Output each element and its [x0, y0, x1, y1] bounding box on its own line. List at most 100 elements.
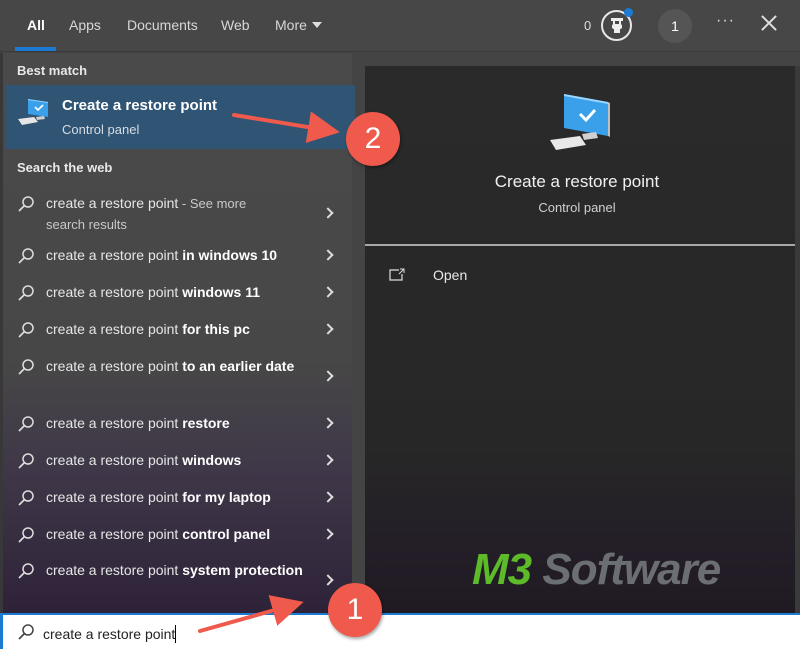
- search-icon: [18, 563, 34, 579]
- suggestion-base: create a restore point: [46, 452, 183, 468]
- web-suggestion-item[interactable]: create a restore point windows 11: [6, 282, 355, 302]
- suggestion-bold: in windows 10: [182, 247, 278, 263]
- suggestion-bold: for this pc: [182, 321, 250, 337]
- suggestion-text: create a restore point - See more search …: [46, 193, 306, 235]
- tab-apps[interactable]: Apps: [69, 17, 101, 33]
- chevron-right-icon: [322, 528, 334, 540]
- suggestion-base: create a restore point: [46, 195, 179, 211]
- search-icon: [18, 285, 34, 301]
- web-suggestion-item[interactable]: create a restore point - See more search …: [6, 193, 355, 233]
- web-suggestion-item[interactable]: create a restore point to an earlier dat…: [6, 356, 355, 396]
- web-suggestion-item[interactable]: create a restore point restore: [6, 413, 355, 433]
- chevron-right-icon: [322, 574, 334, 586]
- panel-edge: [795, 66, 800, 613]
- chevron-right-icon: [322, 370, 334, 382]
- search-box[interactable]: create a restore point: [0, 613, 800, 649]
- suggestion-bold: restore: [182, 415, 230, 431]
- notification-dot: [624, 8, 633, 17]
- chevron-right-icon: [322, 491, 334, 503]
- annotation-badge-1: 1: [328, 583, 382, 637]
- chevron-right-icon: [322, 417, 334, 429]
- results-panel: Best match Create a restore point Contro…: [0, 53, 355, 613]
- search-icon: [18, 527, 34, 543]
- suggestion-base: create a restore point: [46, 562, 183, 578]
- search-input-value: create a restore point: [43, 626, 176, 642]
- suggestion-bold: control panel: [182, 526, 271, 542]
- best-match-item[interactable]: Create a restore point Control panel: [6, 85, 355, 149]
- search-icon: [18, 196, 34, 212]
- suggestion-bold: windows 11: [182, 284, 260, 300]
- web-suggestion-item[interactable]: create a restore point control panel: [6, 524, 355, 544]
- chevron-right-icon: [322, 249, 334, 261]
- logo-software: Software: [531, 545, 721, 594]
- tab-more-label: More: [275, 17, 307, 33]
- more-options-icon[interactable]: ···: [716, 12, 735, 30]
- suggestion-text: create a restore point windows: [46, 450, 306, 471]
- suggestion-text: create a restore point in windows 10: [46, 245, 306, 266]
- suggestion-base: create a restore point: [46, 489, 183, 505]
- web-suggestion-item[interactable]: create a restore point system protection: [6, 560, 355, 600]
- divider: [365, 244, 795, 246]
- suggestion-base: create a restore point: [46, 526, 183, 542]
- suggestion-bold: system protection: [182, 562, 303, 578]
- chevron-right-icon: [322, 207, 334, 219]
- chevron-right-icon: [322, 454, 334, 466]
- see-more-label: - See more: [178, 196, 247, 211]
- suggestion-base: create a restore point: [46, 415, 183, 431]
- suggestion-bold: for my laptop: [182, 489, 271, 505]
- suggestion-base: create a restore point: [46, 247, 183, 263]
- search-icon: [18, 453, 34, 469]
- see-more-line2: search results: [46, 217, 127, 232]
- text-cursor: [175, 625, 177, 643]
- suggestion-base: create a restore point: [46, 284, 183, 300]
- open-label: Open: [433, 267, 468, 283]
- avatar[interactable]: 1: [658, 9, 692, 43]
- computer-check-icon: [550, 94, 610, 150]
- open-window-icon: [389, 268, 405, 281]
- search-web-heading: Search the web: [17, 160, 113, 175]
- best-match-subtitle: Control panel: [62, 122, 140, 137]
- suggestion-text: create a restore point windows 11: [46, 282, 306, 303]
- search-icon: [18, 416, 34, 432]
- web-suggestion-item[interactable]: create a restore point for this pc: [6, 319, 355, 339]
- best-match-title: Create a restore point: [62, 97, 218, 114]
- preview-subtitle: Control panel: [538, 200, 616, 215]
- search-icon: [18, 490, 34, 506]
- close-icon[interactable]: [760, 14, 778, 32]
- web-suggestion-item[interactable]: create a restore point in windows 10: [6, 245, 355, 265]
- suggestion-bold: to an earlier date: [182, 358, 295, 374]
- search-icon: [18, 322, 34, 338]
- tab-documents[interactable]: Documents: [127, 17, 198, 33]
- preview-title: Create a restore point: [494, 172, 660, 191]
- computer-check-icon: [18, 99, 48, 125]
- suggestion-base: create a restore point: [46, 358, 183, 374]
- tab-all[interactable]: All: [27, 17, 45, 33]
- search-icon: [18, 624, 34, 640]
- web-suggestion-item[interactable]: create a restore point for my laptop: [6, 487, 355, 507]
- suggestion-base: create a restore point: [46, 321, 183, 337]
- best-match-heading: Best match: [17, 63, 88, 78]
- suggestion-text: create a restore point to an earlier dat…: [46, 356, 306, 377]
- search-icon: [18, 248, 34, 264]
- web-suggestion-item[interactable]: create a restore point windows: [6, 450, 355, 470]
- search-filter-bar: All Apps Documents Web More 0 1 ···: [0, 0, 800, 52]
- chevron-right-icon: [322, 323, 334, 335]
- suggestion-bold: windows: [182, 452, 242, 468]
- search-icon: [18, 359, 34, 375]
- suggestion-text: create a restore point for my laptop: [46, 487, 306, 508]
- caret-down-icon: [311, 22, 322, 28]
- active-tab-indicator: [15, 47, 56, 51]
- search-input[interactable]: create a restore point: [43, 625, 177, 643]
- annotation-badge-2: 2: [346, 112, 400, 166]
- tab-web[interactable]: Web: [221, 17, 250, 33]
- suggestion-text: create a restore point system protection: [46, 560, 306, 581]
- logo-m3: M3: [472, 545, 532, 594]
- preview-panel: Create a restore point Control panel Ope…: [365, 66, 800, 613]
- tab-more[interactable]: More: [275, 17, 322, 33]
- chevron-right-icon: [322, 286, 334, 298]
- suggestion-text: create a restore point for this pc: [46, 319, 306, 340]
- suggestion-text: create a restore point restore: [46, 413, 306, 434]
- open-button[interactable]: Open: [389, 266, 509, 286]
- watermark-logo: M3 Software: [472, 545, 721, 595]
- rewards-points: 0: [584, 18, 592, 33]
